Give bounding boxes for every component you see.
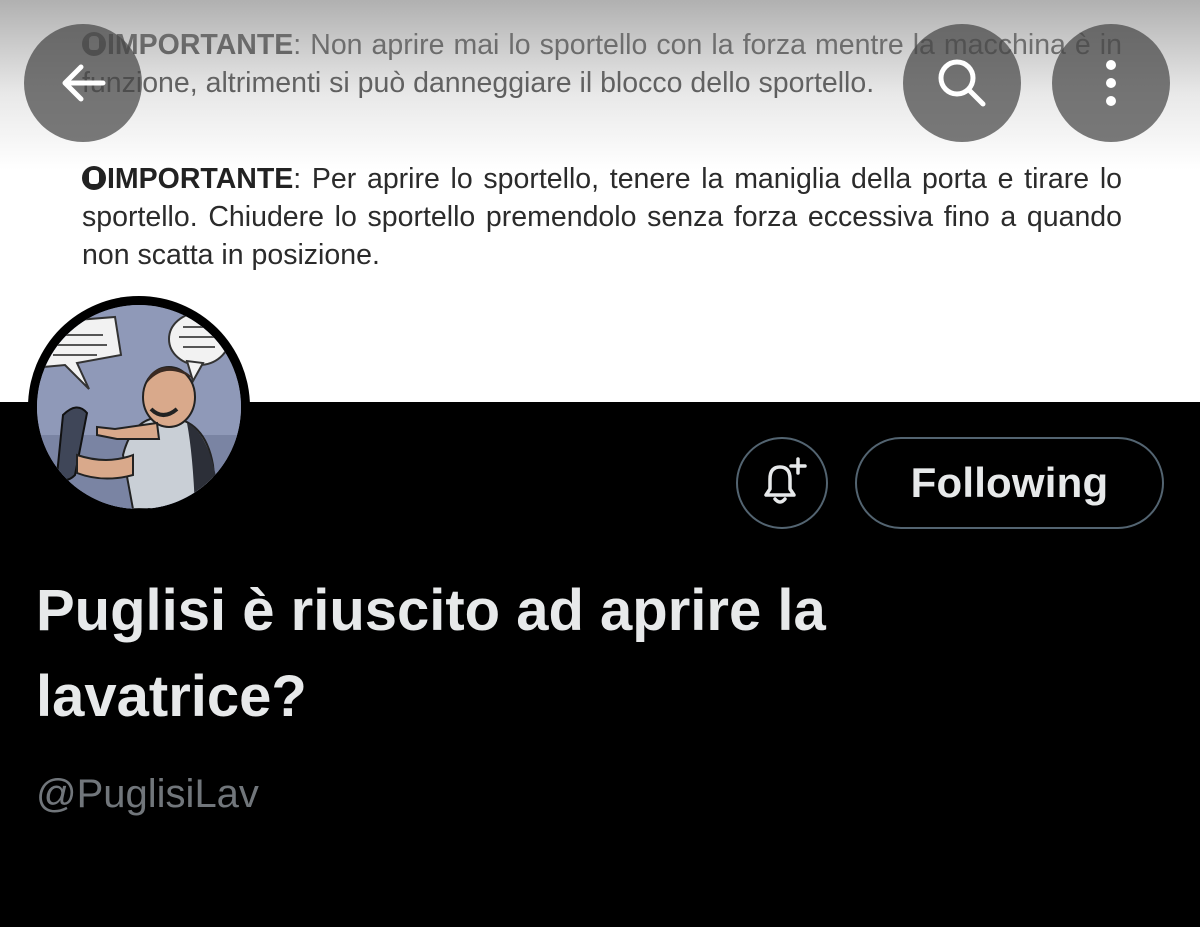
back-button[interactable] [24, 24, 142, 142]
profile-page: IMPORTANTE: Non aprire mai lo sportello … [0, 0, 1200, 927]
bell-plus-icon [764, 457, 807, 504]
profile-display-name: Puglisi è riuscito ad aprire la lavatric… [36, 578, 826, 729]
search-button[interactable] [903, 24, 1021, 142]
following-button[interactable]: Following [855, 437, 1164, 529]
notifications-button[interactable] [736, 437, 828, 529]
banner-notice-2: IMPORTANTE: Per aprire lo sportello, ten… [82, 160, 1122, 274]
more-options-button[interactable] [1052, 24, 1170, 142]
search-icon [938, 59, 986, 107]
arrow-left-icon [62, 64, 106, 102]
more-vertical-icon [1106, 60, 1116, 106]
notice-lead: IMPORTANTE [107, 163, 294, 195]
avatar-image [37, 305, 241, 509]
profile-handle: @PuglisiLav [36, 772, 259, 816]
stop-hand-icon [82, 166, 106, 190]
avatar[interactable] [28, 296, 250, 518]
